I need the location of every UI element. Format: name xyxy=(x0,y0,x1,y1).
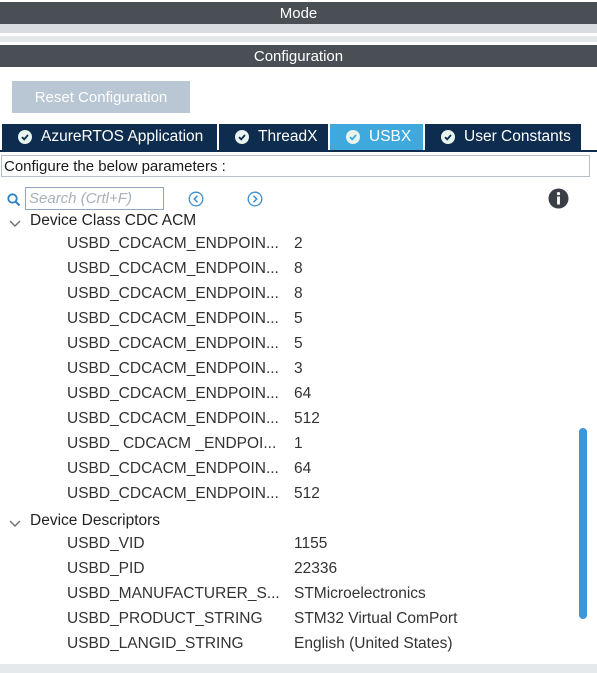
param-value: STM32 Virtual ComPort xyxy=(294,610,458,627)
tree-param-row[interactable]: USBD_CDCACM_ENDPOIN... 64 xyxy=(0,382,578,407)
param-value: 64 xyxy=(294,460,312,477)
check-circle-icon xyxy=(18,130,32,144)
param-name: USBD_PRODUCT_STRING xyxy=(67,610,263,627)
bottom-strip xyxy=(0,664,597,673)
tree-param-row[interactable]: USBD_CDCACM_ENDPOIN... 5 xyxy=(0,332,578,357)
param-name: USBD_VID xyxy=(67,535,145,552)
param-name: USBD_CDCACM_ENDPOIN... xyxy=(67,385,279,402)
tree-group-label: Device Descriptors xyxy=(30,511,161,529)
info-icon[interactable] xyxy=(548,188,569,209)
param-name: USBD_CDCACM_ENDPOIN... xyxy=(67,260,279,277)
param-value: STMicroelectronics xyxy=(294,585,426,602)
param-value: English (United States) xyxy=(294,635,453,652)
tab-underline xyxy=(0,150,597,152)
tree-group-label: Device Class CDC ACM xyxy=(30,211,197,229)
search-input[interactable] xyxy=(25,187,164,210)
chevron-down-icon[interactable] xyxy=(9,515,21,533)
param-value: 1155 xyxy=(294,535,328,552)
tree-param-row[interactable]: USBD_CDCACM_ENDPOIN... 8 xyxy=(0,257,578,282)
tree-param-row[interactable]: USBD_MANUFACTURER_S... STMicroelectronic… xyxy=(0,582,578,607)
mode-header[interactable]: Mode xyxy=(0,2,597,24)
tree-param-row[interactable]: USBD_CDCACM_ENDPOIN... 8 xyxy=(0,282,578,307)
param-name: USBD_CDCACM_ENDPOIN... xyxy=(67,310,279,327)
param-value: 22336 xyxy=(294,560,338,577)
configuration-header-label: Configuration xyxy=(253,47,344,65)
param-name: USBD_ CDCACM _ENDPOI... xyxy=(67,435,277,452)
tab-label: AzureRTOS Application xyxy=(41,128,204,145)
check-circle-icon xyxy=(346,130,360,144)
tab-usbx[interactable]: USBX xyxy=(330,124,423,150)
mode-panel-divider xyxy=(0,36,597,42)
param-value: 8 xyxy=(294,260,303,277)
param-value: 512 xyxy=(294,410,320,427)
param-name: USBD_PID xyxy=(67,560,145,577)
tree-param-row[interactable]: USBD_CDCACM_ENDPOIN... 512 xyxy=(0,482,578,507)
tree-param-row[interactable]: USBD_VID 1155 xyxy=(0,532,578,557)
param-value: 5 xyxy=(294,335,303,352)
tree-param-row[interactable]: USBD_CDCACM_ENDPOIN... 3 xyxy=(0,357,578,382)
param-name: USBD_LANGID_STRING xyxy=(67,635,244,652)
tree-param-row[interactable]: USBD_CDCACM_ENDPOIN... 512 xyxy=(0,407,578,432)
tab-label: USBX xyxy=(369,128,412,145)
param-name: USBD_CDCACM_ENDPOIN... xyxy=(67,235,279,252)
param-name: USBD_CDCACM_ENDPOIN... xyxy=(67,285,279,302)
configure-parameters-text: Configure the below parameters : xyxy=(4,157,226,175)
param-value: 1 xyxy=(294,435,303,452)
param-value: 512 xyxy=(294,485,320,502)
mode-panel-strip xyxy=(0,24,597,33)
param-name: USBD_CDCACM_ENDPOIN... xyxy=(67,410,279,427)
param-name: USBD_MANUFACTURER_S... xyxy=(67,585,280,602)
tab-user-constants[interactable]: User Constants xyxy=(425,124,581,150)
configuration-header[interactable]: Configuration xyxy=(0,45,597,67)
tree-param-row[interactable]: USBD_ CDCACM _ENDPOI... 1 xyxy=(0,432,578,457)
param-value: 2 xyxy=(294,235,303,252)
check-circle-icon xyxy=(235,130,249,144)
vertical-scrollbar-thumb[interactable] xyxy=(579,428,587,619)
configure-parameters-label: Configure the below parameters : xyxy=(1,155,590,177)
param-value: 64 xyxy=(294,385,312,402)
check-circle-icon xyxy=(441,130,455,144)
param-name: USBD_CDCACM_ENDPOIN... xyxy=(67,485,279,502)
tree-param-row[interactable]: USBD_CDCACM_ENDPOIN... 5 xyxy=(0,307,578,332)
tree-param-row[interactable]: USBD_CDCACM_ENDPOIN... 2 xyxy=(0,232,578,257)
tab-label: ThreadX xyxy=(258,128,318,145)
previous-arrow-icon[interactable] xyxy=(188,191,204,207)
chevron-down-icon[interactable] xyxy=(9,215,21,233)
param-value: 8 xyxy=(294,285,303,302)
param-value: 5 xyxy=(294,310,303,327)
tree-param-row[interactable]: USBD_LANGID_STRING English (United State… xyxy=(0,632,578,657)
tab-azurertos-application[interactable]: AzureRTOS Application xyxy=(2,124,217,150)
next-arrow-icon[interactable] xyxy=(247,191,263,207)
param-name: USBD_CDCACM_ENDPOIN... xyxy=(67,460,279,477)
tree-param-row[interactable]: USBD_CDCACM_ENDPOIN... 64 xyxy=(0,457,578,482)
parameter-tree: Device Class CDC ACM USBD_CDCACM_ENDPOIN… xyxy=(0,210,578,660)
tab-bar: AzureRTOS Application ThreadX USBX User … xyxy=(0,124,597,152)
reset-configuration-label: Reset Configuration xyxy=(34,88,168,106)
param-name: USBD_CDCACM_ENDPOIN... xyxy=(67,360,279,377)
tree-param-row[interactable]: USBD_PRODUCT_STRING STM32 Virtual ComPor… xyxy=(0,607,578,632)
reset-configuration-button[interactable]: Reset Configuration xyxy=(12,81,190,113)
param-value: 3 xyxy=(294,360,303,377)
tab-threadx[interactable]: ThreadX xyxy=(219,124,328,150)
param-name: USBD_CDCACM_ENDPOIN... xyxy=(67,335,279,352)
tab-label: User Constants xyxy=(464,128,571,145)
mode-header-label: Mode xyxy=(279,4,318,22)
tree-param-row[interactable]: USBD_PID 22336 xyxy=(0,557,578,582)
